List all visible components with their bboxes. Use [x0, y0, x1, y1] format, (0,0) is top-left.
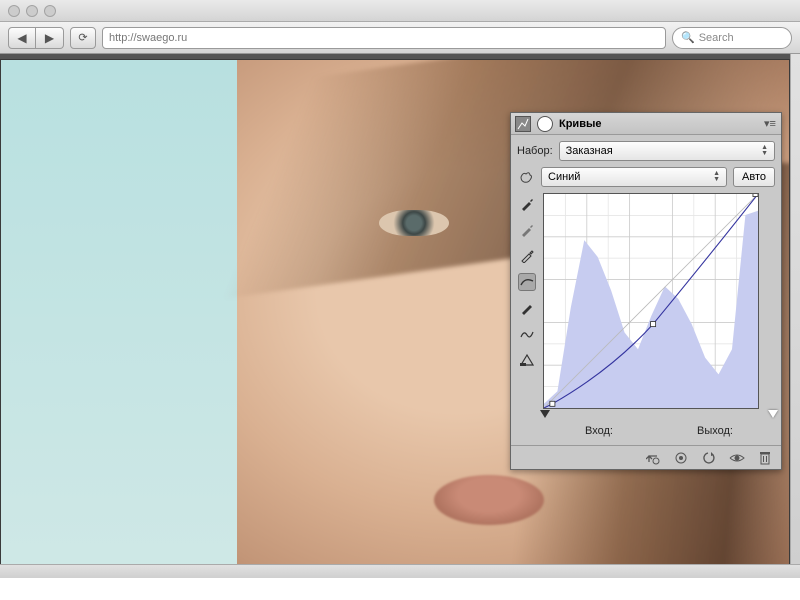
preset-label: Набор: [517, 145, 553, 157]
channel-select[interactable]: Синий ▲▼ [541, 167, 727, 187]
minimize-traffic-light[interactable] [26, 5, 38, 17]
nav-buttons: ◀ ▶ [8, 27, 64, 49]
curves-tool-column [517, 193, 537, 439]
search-icon: 🔍 [681, 31, 695, 44]
input-label: Вход: [585, 425, 613, 437]
panel-footer [511, 445, 781, 469]
smooth-tool-icon[interactable] [518, 325, 536, 343]
browser-toolbar: ◀ ▶ ⟳ http://swaego.ru 🔍 Search [0, 22, 800, 54]
select-arrows-icon: ▲▼ [761, 145, 768, 157]
black-point-slider[interactable] [540, 410, 550, 418]
preset-row: Набор: Заказная ▲▼ [517, 141, 775, 161]
view-previous-icon[interactable] [673, 450, 689, 466]
io-readout: Вход: Выход: [543, 421, 775, 439]
reload-icon: ⟳ [78, 31, 87, 44]
clip-to-layer-icon[interactable] [645, 450, 661, 466]
preset-value: Заказная [566, 145, 613, 157]
visibility-icon[interactable] [729, 450, 745, 466]
select-arrows-icon: ▲▼ [713, 171, 720, 183]
forward-button[interactable]: ▶ [36, 27, 64, 49]
back-button[interactable]: ◀ [8, 27, 36, 49]
targeted-adjustment-icon[interactable] [517, 168, 535, 186]
adjustment-icon [515, 116, 531, 132]
curves-graph-wrap: Вход: Выход: [543, 193, 775, 439]
reload-button[interactable]: ⟳ [70, 27, 96, 49]
eyedropper-black-icon[interactable] [518, 195, 536, 213]
pencil-tool-icon[interactable] [518, 299, 536, 317]
panel-body: Набор: Заказная ▲▼ Синий ▲▼ Авто [511, 135, 781, 445]
input-sliders[interactable] [543, 409, 775, 421]
app-content: Кривые ▾≡ Набор: Заказная ▲▼ Синий ▲▼ [0, 54, 800, 578]
panel-title-text: Кривые [559, 118, 601, 130]
preset-select[interactable]: Заказная ▲▼ [559, 141, 775, 161]
panel-titlebar[interactable]: Кривые ▾≡ [511, 113, 781, 135]
channel-value: Синий [548, 171, 580, 183]
url-text: http://swaego.ru [109, 32, 187, 44]
auto-label: Авто [742, 171, 766, 183]
mask-icon [537, 116, 553, 132]
horizontal-scrollbar[interactable] [0, 564, 800, 578]
trash-icon[interactable] [757, 450, 773, 466]
panel-menu-icon[interactable]: ▾≡ [763, 117, 777, 130]
close-traffic-light[interactable] [8, 5, 20, 17]
window-titlebar [0, 0, 800, 22]
histogram [544, 211, 758, 408]
channel-row: Синий ▲▼ Авто [517, 167, 775, 187]
photo-eye [379, 210, 449, 236]
search-field[interactable]: 🔍 Search [672, 27, 792, 49]
curves-graph[interactable] [543, 193, 759, 409]
search-placeholder: Search [699, 32, 734, 44]
curves-panel: Кривые ▾≡ Набор: Заказная ▲▼ Синий ▲▼ [510, 112, 782, 470]
clip-warning-icon[interactable] [518, 351, 536, 369]
reset-icon[interactable] [701, 450, 717, 466]
vertical-scrollbar[interactable] [790, 54, 800, 564]
curve-point-tool-icon[interactable] [518, 273, 536, 291]
curves-area: Вход: Выход: [517, 193, 775, 439]
output-label: Выход: [697, 425, 733, 437]
url-bar[interactable]: http://swaego.ru [102, 27, 666, 49]
auto-button[interactable]: Авто [733, 167, 775, 187]
eyedropper-gray-icon[interactable] [518, 221, 536, 239]
zoom-traffic-light[interactable] [44, 5, 56, 17]
eyedropper-white-icon[interactable] [518, 247, 536, 265]
white-point-slider[interactable] [768, 410, 778, 418]
